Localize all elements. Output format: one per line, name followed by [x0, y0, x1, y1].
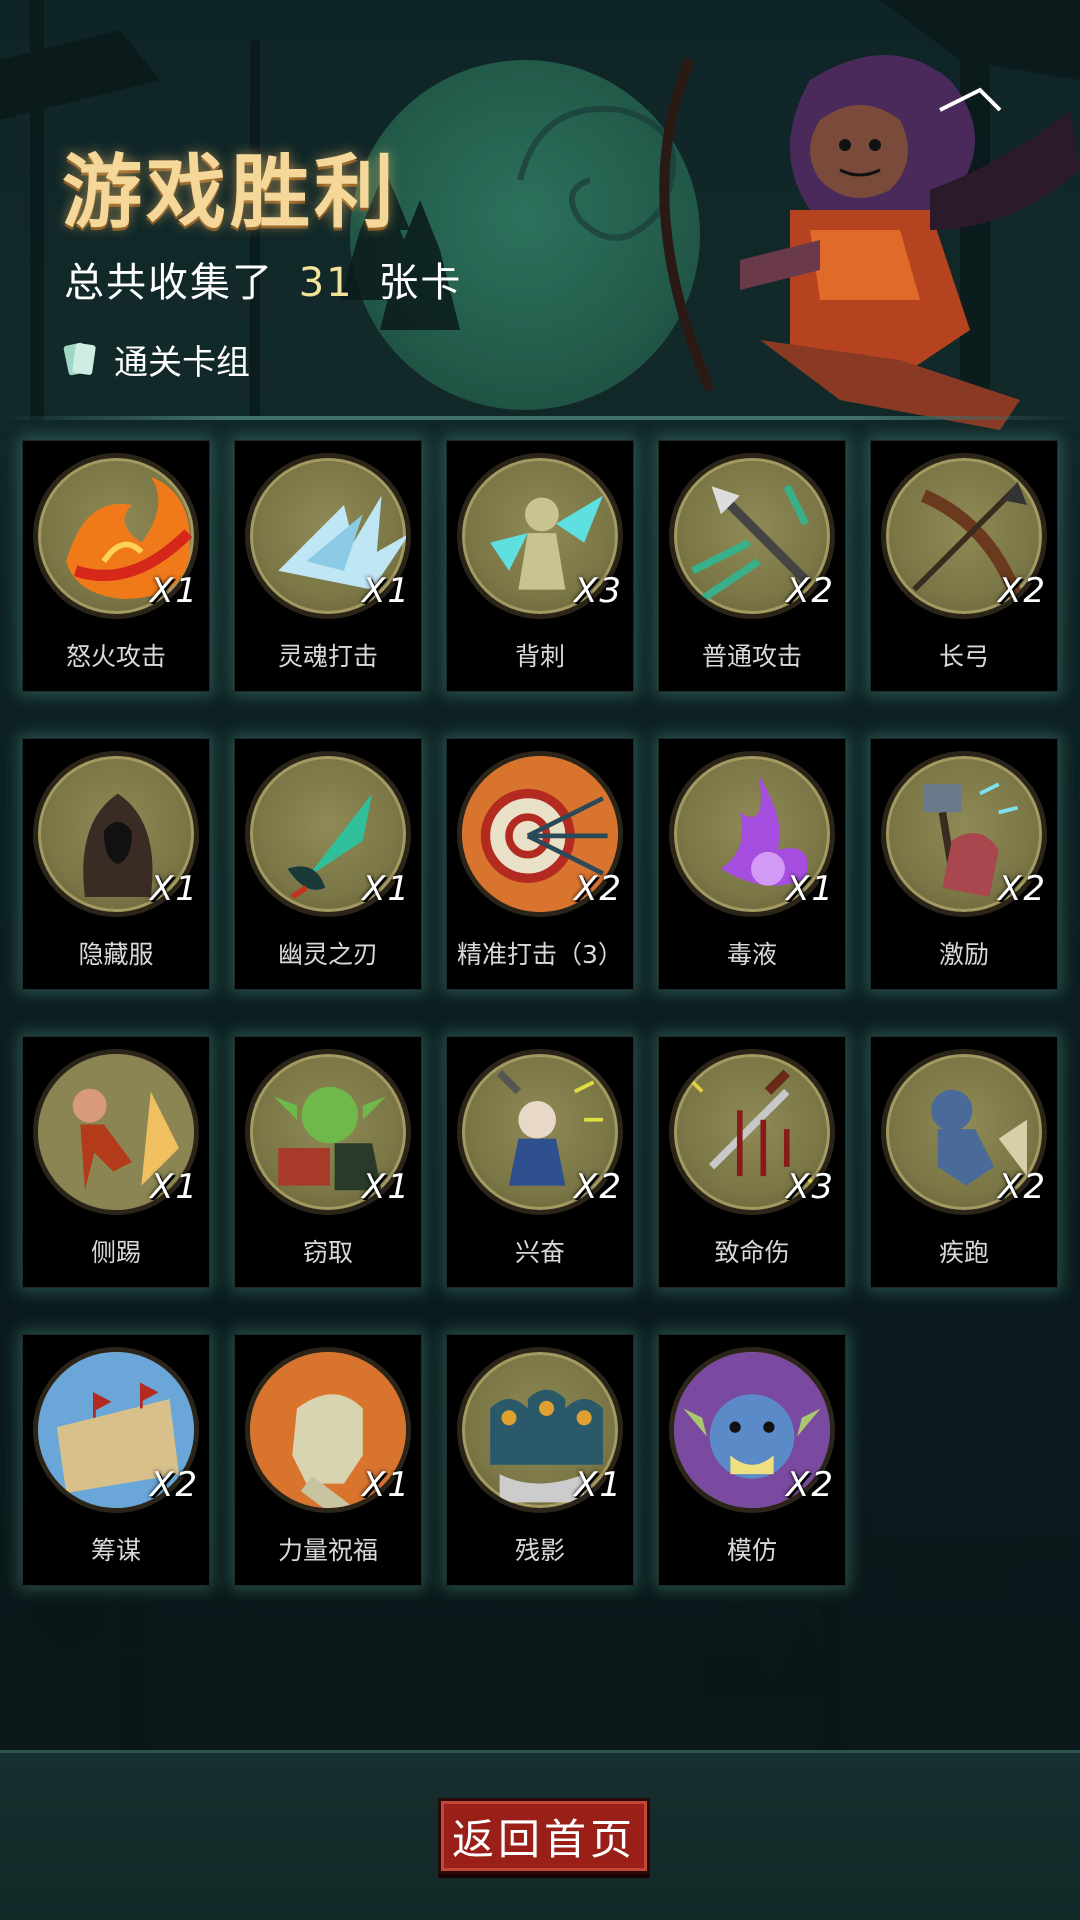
deck-card-grid: X1 怒火攻击 X1 灵魂打击 X3 背刺 X2 普通攻击 X2 长弓 X1 隐藏服 X1 幽灵之刃 X2 精…: [0, 0, 1080, 1600]
deck-card[interactable]: X1 毒液: [658, 738, 846, 990]
deck-card[interactable]: X1 幽灵之刃: [234, 738, 422, 990]
card-count-badge: X3: [786, 1167, 835, 1207]
card-name: 精准打击（3）: [457, 940, 623, 969]
deck-card[interactable]: X1 灵魂打击: [234, 440, 422, 692]
card-name: 窃取: [302, 1238, 353, 1267]
deck-card[interactable]: X1 隐藏服: [22, 738, 210, 990]
card-name: 致命伤: [714, 1238, 790, 1267]
card-count-badge: X2: [998, 571, 1047, 611]
card-count-badge: X1: [786, 869, 835, 909]
deck-card[interactable]: X1 力量祝福: [234, 1334, 422, 1586]
deck-card[interactable]: X2 普通攻击: [658, 440, 846, 692]
card-count-badge: X2: [998, 1167, 1047, 1207]
card-count-badge: X2: [574, 1167, 623, 1207]
card-count-badge: X3: [574, 571, 623, 611]
card-count-badge: X2: [998, 869, 1047, 909]
deck-card[interactable]: X2 模仿: [658, 1334, 846, 1586]
card-name: 侧踢: [90, 1238, 141, 1267]
card-count-badge: X1: [362, 1465, 411, 1505]
card-count-badge: X2: [574, 869, 623, 909]
deck-card[interactable]: X3 背刺: [446, 440, 634, 692]
card-name: 激励: [938, 940, 989, 969]
card-name: 力量祝福: [277, 1536, 378, 1565]
card-count-badge: X2: [150, 1465, 199, 1505]
deck-card[interactable]: X2 筹谋: [22, 1334, 210, 1586]
deck-card[interactable]: X1 侧踢: [22, 1036, 210, 1288]
card-count-badge: X1: [150, 571, 199, 611]
deck-card[interactable]: X2 疾跑: [870, 1036, 1058, 1288]
card-name: 模仿: [726, 1536, 777, 1565]
card-name: 残影: [514, 1536, 565, 1565]
deck-card[interactable]: X1 怒火攻击: [22, 440, 210, 692]
card-count-badge: X1: [362, 869, 411, 909]
card-count-badge: X2: [786, 1465, 835, 1505]
return-home-button[interactable]: 返回首页: [438, 1798, 650, 1874]
ground-line: [0, 1750, 1080, 1753]
card-name: 筹谋: [90, 1536, 141, 1565]
card-count-badge: X2: [786, 571, 835, 611]
card-count-badge: X1: [362, 571, 411, 611]
deck-card[interactable]: X2 长弓: [870, 440, 1058, 692]
card-name: 背刺: [514, 642, 565, 671]
deck-card[interactable]: X3 致命伤: [658, 1036, 846, 1288]
card-count-badge: X1: [150, 869, 199, 909]
card-name: 疾跑: [938, 1238, 989, 1267]
card-name: 怒火攻击: [65, 642, 166, 671]
deck-card[interactable]: X2 精准打击（3）: [446, 738, 634, 990]
card-count-badge: X1: [150, 1167, 199, 1207]
card-name: 隐藏服: [78, 940, 154, 969]
card-name: 灵魂打击: [277, 642, 378, 671]
card-name: 兴奋: [514, 1238, 565, 1267]
deck-card[interactable]: X1 残影: [446, 1334, 634, 1586]
deck-card[interactable]: X2 激励: [870, 738, 1058, 990]
card-name: 毒液: [726, 940, 777, 969]
card-name: 长弓: [938, 642, 989, 671]
card-name: 普通攻击: [701, 642, 802, 671]
card-count-badge: X1: [362, 1167, 411, 1207]
deck-card[interactable]: X1 窃取: [234, 1036, 422, 1288]
deck-card[interactable]: X2 兴奋: [446, 1036, 634, 1288]
card-count-badge: X1: [574, 1465, 623, 1505]
card-name: 幽灵之刃: [277, 940, 378, 969]
